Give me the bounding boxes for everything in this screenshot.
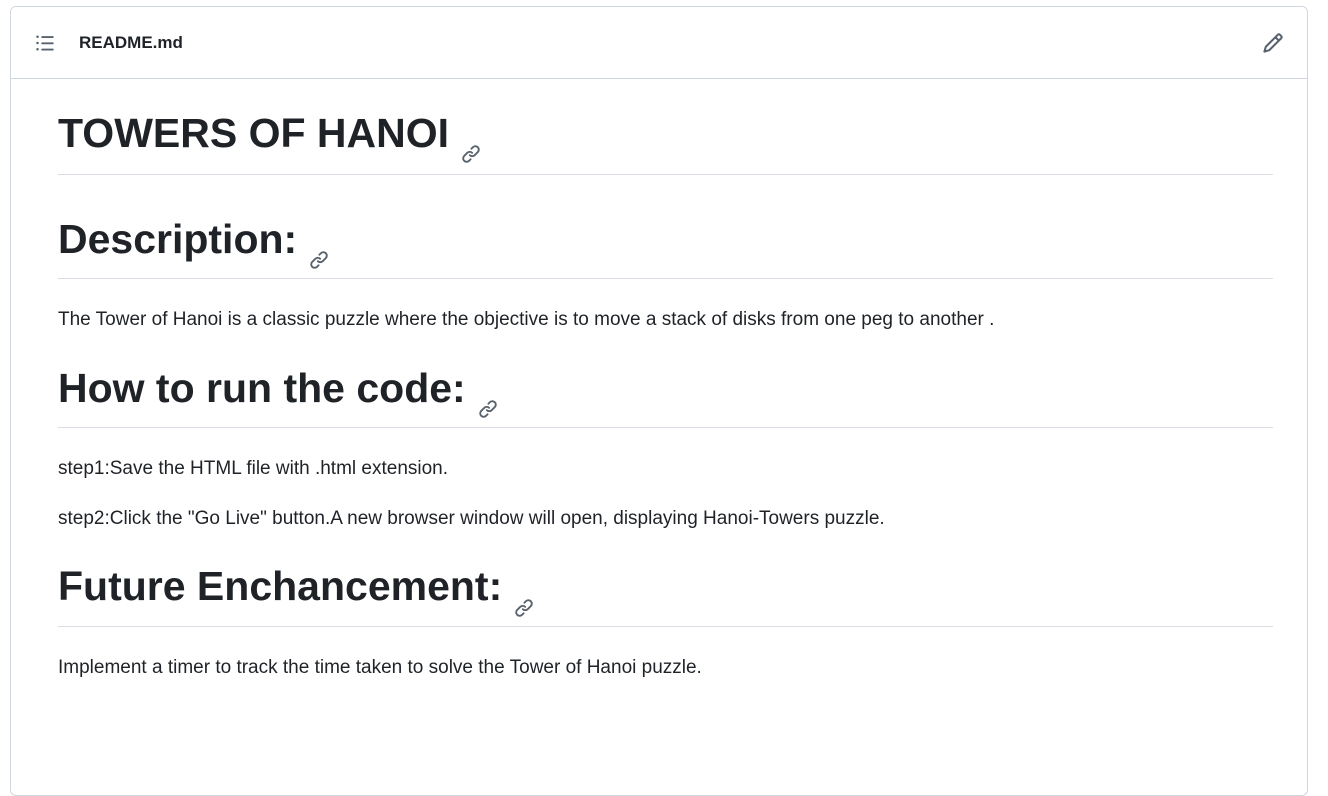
link-icon[interactable] (309, 232, 329, 270)
step1-paragraph: step1:Save the HTML file with .html exte… (58, 458, 449, 480)
section-heading-description: Description: (58, 175, 1273, 280)
list-unordered-icon[interactable] (33, 31, 57, 55)
readme-filename: README.md (79, 32, 183, 52)
link-icon[interactable] (461, 126, 481, 163)
pencil-icon[interactable] (1259, 29, 1287, 57)
page-title: TOWERS OF HANOI (58, 79, 1273, 176)
page-title-text: TOWERS OF HANOI (58, 110, 450, 156)
section-heading-future-enhancement: Future Enchancement: (58, 532, 1273, 627)
section-heading-text: Future Enchancement: (58, 563, 503, 610)
section-heading-how-to-run: How to run the code: (58, 334, 1273, 429)
description-paragraph: The Tower of Hanoi is a classic puzzle w… (58, 309, 995, 331)
readme-header: README.md (11, 7, 1307, 79)
readme-body: TOWERS OF HANOI Description: The Tower o… (11, 79, 1307, 681)
readme-container: README.md TOWERS OF HANOI Description: T… (10, 6, 1308, 796)
step2-paragraph: step2:Click the "Go Live" button.A new b… (58, 507, 885, 529)
link-icon[interactable] (478, 381, 498, 418)
section-heading-text: Description: (58, 216, 298, 263)
future-enhancement-paragraph: Implement a timer to track the time take… (58, 656, 702, 678)
section-heading-text: How to run the code: (58, 364, 466, 411)
link-icon[interactable] (514, 580, 534, 617)
